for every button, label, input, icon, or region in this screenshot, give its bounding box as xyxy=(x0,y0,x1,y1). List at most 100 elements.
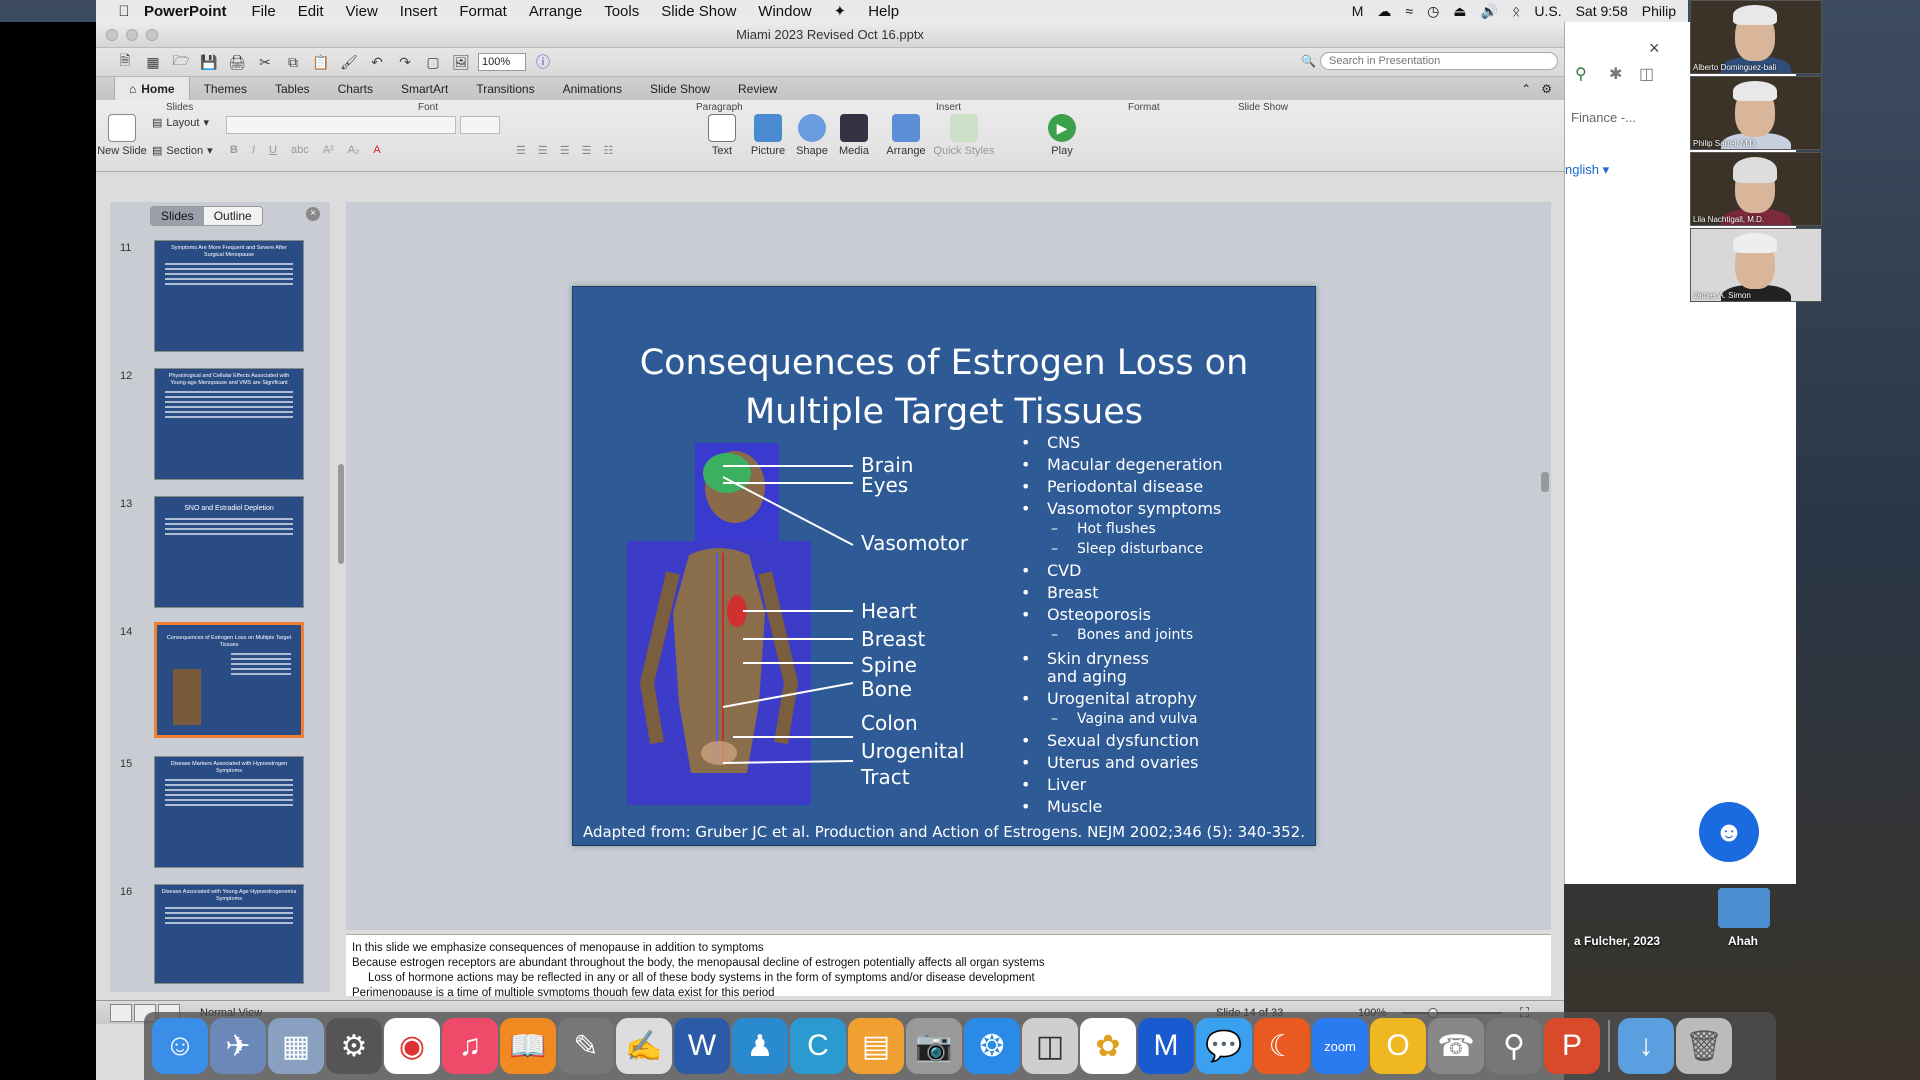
bold-button[interactable]: B xyxy=(230,144,238,156)
menu-window[interactable]: Window xyxy=(758,3,811,20)
menu-format[interactable]: Format xyxy=(459,3,507,20)
firefox-icon[interactable]: ☾ xyxy=(1254,1018,1310,1074)
anatomy-figure[interactable] xyxy=(627,443,811,805)
powerpoint-icon[interactable]: P xyxy=(1544,1018,1600,1074)
tab-slides[interactable]: Slides xyxy=(151,207,204,225)
menu-tools[interactable]: Tools xyxy=(604,3,639,20)
tab-slide-show[interactable]: Slide Show xyxy=(636,77,724,101)
media-browser-icon[interactable]: 🖼 xyxy=(450,52,472,72)
cloud-sync-icon[interactable]: ☁ xyxy=(1377,3,1391,20)
align-left-icon[interactable]: ☰ xyxy=(516,144,526,157)
slide-thumbnail-16[interactable]: Disease Associated with Young Age Hypoes… xyxy=(154,884,304,984)
underline-button[interactable]: U xyxy=(269,144,277,156)
tab-transitions[interactable]: Transitions xyxy=(462,77,548,101)
menubar-clock[interactable]: Sat 9:58 xyxy=(1576,3,1628,19)
outlook-icon[interactable]: M xyxy=(1138,1018,1194,1074)
font-color-button[interactable]: A xyxy=(373,144,380,156)
speaker-notes[interactable]: In this slide we emphasize consequences … xyxy=(346,934,1551,996)
tab-home[interactable]: ⌂ Home xyxy=(114,76,190,101)
eject-icon[interactable]: ⏏ xyxy=(1453,3,1466,20)
video-tile[interactable]: Alberto Dominguez-bali xyxy=(1690,0,1822,74)
teams-icon[interactable]: ♟ xyxy=(732,1018,788,1074)
tab-themes[interactable]: Themes xyxy=(190,77,261,101)
time-machine-icon[interactable]: ◷ xyxy=(1427,3,1439,20)
redo-icon[interactable]: ↷ xyxy=(394,52,416,72)
slide-thumbnail-14[interactable]: Consequences of Estrogen Loss on Multipl… xyxy=(154,622,304,738)
collapse-ribbon-icon[interactable]: ⌃ xyxy=(1521,82,1531,96)
volume-icon[interactable]: 🔊 xyxy=(1481,3,1498,20)
finder-icon[interactable]: ☺ xyxy=(152,1018,208,1074)
menu-edit[interactable]: Edit xyxy=(298,3,324,20)
print-icon[interactable]: 🖨 xyxy=(226,52,248,72)
desktop-file-label[interactable]: Ahah xyxy=(1728,934,1758,948)
photos-icon[interactable]: ✿ xyxy=(1080,1018,1136,1074)
location-pin-icon[interactable]: ⚲ xyxy=(1575,64,1587,84)
insert-picture-button[interactable]: Picture xyxy=(746,114,790,157)
tab-animations[interactable]: Animations xyxy=(549,77,636,101)
sidebar-icon[interactable]: ◫ xyxy=(1639,64,1654,84)
current-slide[interactable]: Consequences of Estrogen Loss on Multipl… xyxy=(572,286,1316,846)
dictionary-icon[interactable]: ☎ xyxy=(1428,1018,1484,1074)
chrome-icon[interactable]: ◉ xyxy=(384,1018,440,1074)
normal-view-button[interactable] xyxy=(110,1003,132,1022)
input-source[interactable]: U.S. xyxy=(1534,3,1561,19)
play-button[interactable]: ▶ Play xyxy=(1042,114,1082,157)
templates-icon[interactable]: ▦ xyxy=(142,52,164,72)
superscript-button[interactable]: A² xyxy=(323,144,334,156)
desktop-file-label[interactable]: a Fulcher, 2023 xyxy=(1574,934,1660,948)
trash-icon[interactable]: 🗑 xyxy=(1676,1018,1732,1074)
keychain-icon[interactable]: ⚲ xyxy=(1486,1018,1542,1074)
slide-thumbnail-11[interactable]: Symptoms Are More Frequent and Severe Af… xyxy=(154,240,304,352)
insert-media-button[interactable]: Media xyxy=(834,114,874,157)
layout-button[interactable]: ▤ Layout ▾ xyxy=(152,116,209,130)
tab-tables[interactable]: Tables xyxy=(261,77,324,101)
menubar-user[interactable]: Philip xyxy=(1642,3,1676,19)
close-panel-icon[interactable]: × xyxy=(306,207,320,221)
finance-link[interactable]: Finance -... xyxy=(1571,110,1636,125)
launchpad-icon[interactable]: ✈ xyxy=(210,1018,266,1074)
close-tab-icon[interactable]: × xyxy=(1649,38,1660,59)
menu-help[interactable]: Help xyxy=(868,3,899,20)
close-window-button[interactable] xyxy=(106,28,118,41)
search-input[interactable] xyxy=(1320,52,1558,70)
panel-scrollbar[interactable] xyxy=(338,464,344,564)
c-app-icon[interactable]: C xyxy=(790,1018,846,1074)
books-icon[interactable]: 📖 xyxy=(500,1018,556,1074)
menu-app-name[interactable]: PowerPoint xyxy=(144,3,227,20)
zoom-window-button[interactable] xyxy=(146,28,158,41)
script-editor-icon[interactable]: ✎ xyxy=(558,1018,614,1074)
quick-styles-button[interactable]: Quick Styles xyxy=(932,114,996,157)
word-icon[interactable]: W xyxy=(674,1018,730,1074)
image-capture-icon[interactable]: 📷 xyxy=(906,1018,962,1074)
calculator-icon[interactable]: ▤ xyxy=(848,1018,904,1074)
minimize-window-button[interactable] xyxy=(126,28,138,41)
font-size-select[interactable] xyxy=(460,116,500,134)
slide-thumbnail-13[interactable]: SNO and Estradiol Depletion xyxy=(154,496,304,608)
italic-button[interactable]: I xyxy=(252,144,255,156)
o-app-icon[interactable]: O xyxy=(1370,1018,1426,1074)
menu-slide-show[interactable]: Slide Show xyxy=(661,3,736,20)
help-icon[interactable]: ⓘ xyxy=(532,52,554,72)
tab-review[interactable]: Review xyxy=(724,77,791,101)
preview-icon[interactable]: ▦ xyxy=(268,1018,324,1074)
cut-icon[interactable]: ✂ xyxy=(254,52,276,72)
align-right-icon[interactable]: ☰ xyxy=(560,144,570,157)
tab-charts[interactable]: Charts xyxy=(324,77,387,101)
strikethrough-button[interactable]: abc xyxy=(291,144,309,156)
language-selector[interactable]: nglish ▾ xyxy=(1565,162,1609,178)
insert-shape-button[interactable]: Shape xyxy=(792,114,832,157)
section-button[interactable]: ▤ Section ▾ xyxy=(152,144,213,158)
bluetooth-icon[interactable]: ᛟ xyxy=(1512,3,1520,19)
insert-text-button[interactable]: Text xyxy=(702,114,742,157)
script-menu-icon[interactable]: ✦ xyxy=(834,2,847,20)
justify-icon[interactable]: ☰ xyxy=(582,144,592,157)
slide-thumbnail-15[interactable]: Disease Markers Associated with Hypoestr… xyxy=(154,756,304,868)
gmail-icon[interactable]: M xyxy=(1352,3,1364,19)
copy-icon[interactable]: ⧉ xyxy=(282,52,304,72)
messages-icon[interactable]: 💬 xyxy=(1196,1018,1252,1074)
video-tile[interactable]: Lila Nachtigall, M.D. xyxy=(1690,152,1822,226)
music-icon[interactable]: ♫ xyxy=(442,1018,498,1074)
folder-icon[interactable] xyxy=(1718,888,1770,928)
format-painter-icon[interactable]: 🖌 xyxy=(338,52,360,72)
textedit-icon[interactable]: ✍ xyxy=(616,1018,672,1074)
